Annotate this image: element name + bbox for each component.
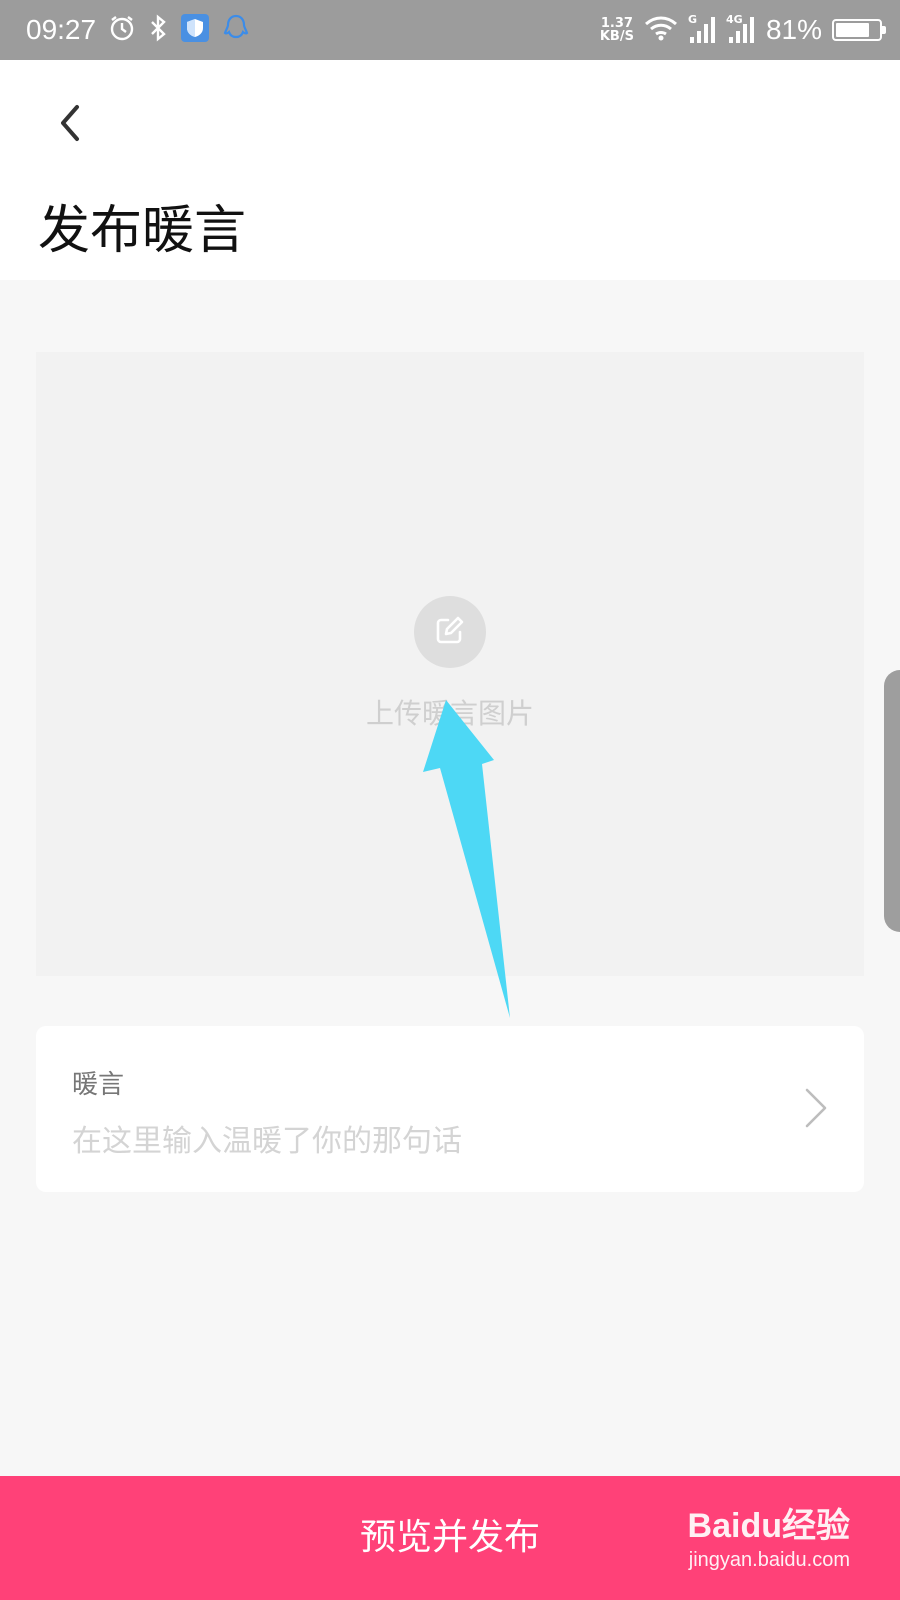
battery-percent: 81%: [765, 14, 822, 45]
page-header: 发布暖言: [0, 60, 900, 280]
status-time: 09:27: [26, 14, 97, 45]
warm-words-input-row[interactable]: 暖言 在这里输入温暖了你的那句话: [36, 1026, 864, 1192]
qq-icon: [222, 13, 250, 47]
network-speed-unit: KB/S: [599, 29, 634, 44]
page-title: 发布暖言: [38, 201, 247, 261]
chevron-right-icon: [802, 1086, 830, 1134]
edit-icon: [432, 612, 468, 652]
upload-label: 上传暖言图片: [365, 697, 534, 730]
status-bar: 09:27 1.37 KB/S G 4G 81%: [0, 0, 900, 60]
chevron-left-icon: [57, 103, 83, 147]
network-speed: 1.37 KB/S: [600, 17, 634, 43]
wifi-icon: [644, 15, 678, 45]
alarm-icon: [108, 14, 136, 46]
back-button[interactable]: [40, 95, 100, 155]
side-scroll-handle[interactable]: [884, 670, 900, 932]
battery-fill: [836, 23, 870, 37]
status-right: 1.37 KB/S G 4G 81%: [600, 0, 886, 60]
bluetooth-icon: [148, 14, 168, 46]
watermark: Baidu经验 jingyan.baidu.com: [688, 1498, 850, 1572]
input-placeholder[interactable]: 在这里输入温暖了你的那句话: [72, 1116, 462, 1160]
upload-image-area[interactable]: 上传暖言图片: [36, 352, 864, 976]
watermark-url: jingyan.baidu.com: [688, 1549, 850, 1571]
input-label: 暖言: [72, 1070, 125, 1100]
signal-icon: 4G: [726, 13, 756, 45]
shield-icon: [180, 13, 210, 47]
upload-button[interactable]: [414, 596, 486, 668]
watermark-logo: Baidu经验: [687, 1507, 850, 1545]
status-left: 09:27: [26, 0, 250, 60]
signal-icon: G: [688, 13, 716, 45]
battery-icon: [832, 19, 886, 41]
preview-publish-button[interactable]: 预览并发布 Baidu经验 jingyan.baidu.com: [0, 1476, 900, 1600]
